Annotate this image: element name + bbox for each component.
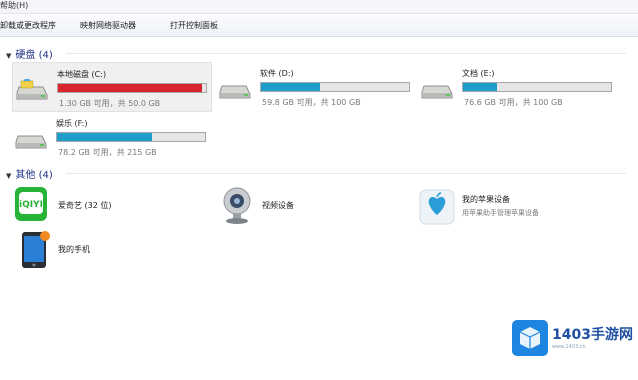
drive-usage-bar (57, 83, 207, 93)
group-title-hard-disks: 硬盘 (4) (15, 50, 53, 61)
drive-usage-bar (56, 132, 206, 142)
group-header-hard-disks[interactable]: ▼ 硬盘 (4) (6, 46, 53, 61)
drive-usage-fill (463, 83, 498, 91)
command-bar: 卸载或更改程序 映射网络驱动器 打开控制面板 (0, 15, 638, 37)
drive-usage-fill (57, 133, 152, 141)
collapse-arrow-icon: ▼ (6, 172, 12, 180)
group-divider (66, 173, 626, 174)
item-label: 我的手机 (58, 245, 90, 254)
watermark-text: 1403手游网 (552, 327, 633, 343)
hard-drive-icon (219, 85, 251, 99)
drive-f[interactable]: 娱乐 (F:) 78.2 GB 可用，共 215 GB (12, 112, 212, 162)
drive-label: 娱乐 (F:) (56, 119, 88, 128)
my-phone-item[interactable]: 我的手机 (18, 230, 218, 270)
drive-stats: 78.2 GB 可用，共 215 GB (58, 148, 157, 157)
uninstall-program-button[interactable]: 卸载或更改程序 (0, 20, 56, 31)
drive-stats: 76.6 GB 可用，共 100 GB (464, 98, 563, 107)
watermark-url: www.1403.cn (552, 344, 586, 350)
item-label: 视频设备 (262, 201, 294, 210)
phone-icon (22, 231, 50, 268)
drive-e[interactable]: 文档 (E:) 76.6 GB 可用，共 100 GB (418, 62, 618, 112)
map-network-drive-button[interactable]: 映射网络驱动器 (80, 20, 136, 31)
item-label: 爱奇艺 (32 位) (58, 201, 112, 210)
open-control-panel-button[interactable]: 打开控制面板 (170, 20, 218, 31)
iqiyi-icon: iQIYI (15, 187, 47, 221)
hard-drive-icon (16, 79, 48, 100)
drive-stats: 59.8 GB 可用，共 100 GB (262, 98, 361, 107)
drive-usage-bar (260, 82, 410, 92)
drive-usage-bar (462, 82, 612, 92)
drive-label: 软件 (D:) (260, 69, 294, 78)
watermark-logo-icon (512, 320, 548, 356)
drive-label: 本地磁盘 (C:) (57, 70, 107, 79)
webcam-icon (223, 187, 251, 224)
group-divider (66, 53, 626, 54)
video-device-item[interactable]: 视频设备 (220, 186, 420, 226)
drive-d[interactable]: 软件 (D:) 59.8 GB 可用，共 100 GB (216, 62, 416, 112)
group-title-others: 其他 (4) (15, 170, 53, 181)
hard-drive-icon (421, 85, 453, 99)
hard-drive-icon (15, 135, 47, 149)
item-label: 我的苹果设备 (462, 195, 510, 204)
drive-usage-fill (58, 84, 202, 92)
drive-usage-fill (261, 83, 321, 91)
menu-help[interactable]: 帮助(H) (0, 0, 28, 11)
drive-c[interactable]: 本地磁盘 (C:) 1.30 GB 可用，共 50.0 GB (12, 62, 212, 112)
svg-text:iQIYI: iQIYI (19, 200, 43, 210)
menu-bar: 帮助(H) (0, 0, 638, 14)
drive-stats: 1.30 GB 可用，共 50.0 GB (59, 99, 161, 108)
group-header-others[interactable]: ▼ 其他 (4) (6, 166, 53, 181)
collapse-arrow-icon: ▼ (6, 52, 12, 60)
iqiyi-app-item[interactable]: iQIYI 爱奇艺 (32 位) (14, 186, 214, 226)
drive-label: 文档 (E:) (462, 69, 495, 78)
apple-device-icon (419, 189, 455, 225)
apple-device-item[interactable]: 我的苹果设备 用苹果助手管理苹果设备 (418, 186, 628, 226)
item-subtitle: 用苹果助手管理苹果设备 (462, 209, 539, 217)
site-watermark: 1403手游网 www.1403.cn (512, 318, 638, 358)
